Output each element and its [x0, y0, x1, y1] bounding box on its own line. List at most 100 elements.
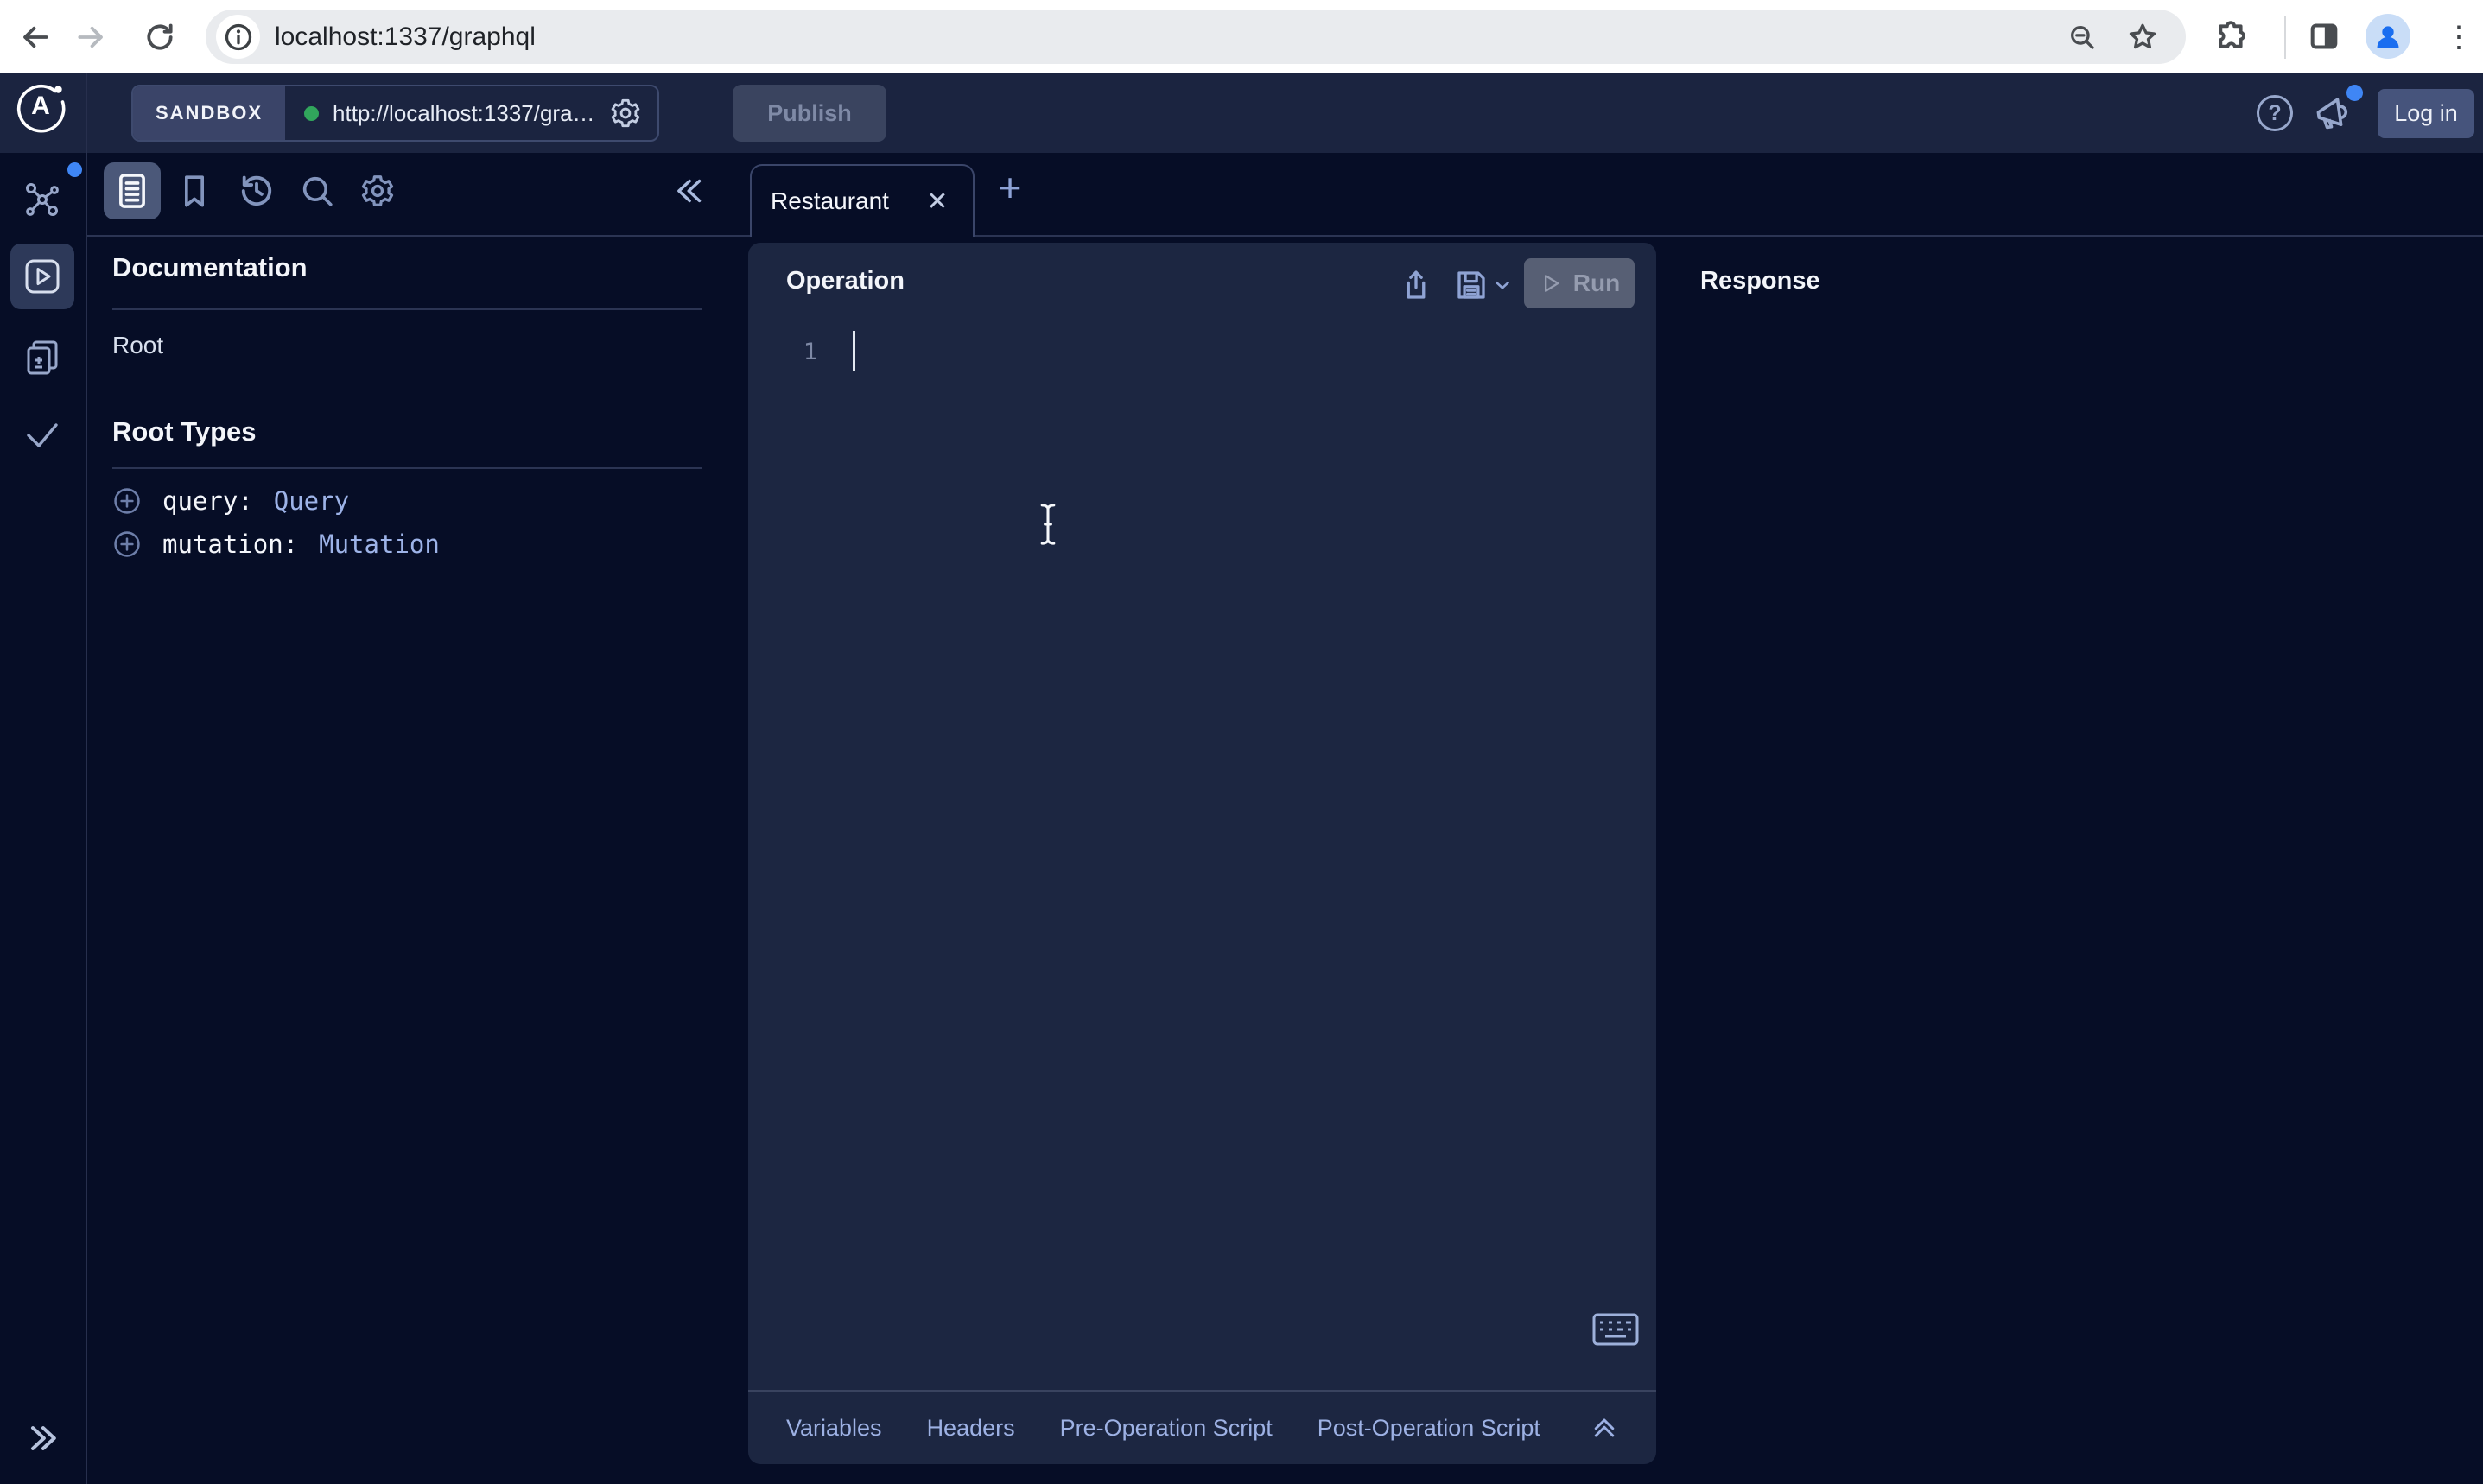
- run-play-icon: [1539, 271, 1563, 295]
- field-name: mutation:: [162, 530, 298, 559]
- run-label: Run: [1573, 270, 1620, 297]
- collapse-doc-panel-button[interactable]: [670, 171, 710, 211]
- operation-footer: Variables Headers Pre-Operation Script P…: [748, 1392, 1656, 1464]
- schema-graph-icon: [22, 179, 63, 220]
- add-field-button[interactable]: [112, 486, 142, 516]
- tab-restaurant[interactable]: Restaurant ✕: [750, 164, 975, 237]
- sidebar-item-collections[interactable]: [21, 336, 64, 379]
- gear-icon: [359, 173, 396, 209]
- explorer-play-icon: [22, 256, 63, 297]
- operation-editor[interactable]: [843, 326, 1578, 1379]
- operation-title: Operation: [786, 267, 905, 295]
- tab-headers[interactable]: Headers: [927, 1415, 1015, 1442]
- document-list-icon: [115, 171, 149, 211]
- add-tab-button[interactable]: +: [990, 169, 1030, 209]
- tabbar-divider: [87, 235, 2483, 237]
- star-icon: [2126, 21, 2159, 54]
- bookmark-icon: [177, 172, 212, 210]
- section-divider: [112, 308, 702, 310]
- chevron-down-icon: [1491, 274, 1514, 296]
- keyboard-shortcuts-button[interactable]: [1591, 1312, 1640, 1347]
- root-types-title: Root Types: [112, 416, 257, 447]
- root-type-row-query: query: Query: [112, 484, 349, 518]
- save-operation-button[interactable]: [1451, 265, 1491, 305]
- endpoint-input[interactable]: http://localhost:1337/gra…: [285, 86, 657, 140]
- field-type-link[interactable]: Query: [274, 486, 349, 516]
- editor-line-number: 1: [779, 333, 817, 372]
- checkmark-icon: [22, 413, 63, 454]
- endpoint-url: http://localhost:1337/gra…: [333, 100, 595, 127]
- endpoint-control: SANDBOX http://localhost:1337/gra…: [131, 85, 659, 142]
- operation-panel: Operation Run 1 Variables Headers Pre-Op…: [748, 243, 1656, 1464]
- apollo-sandbox-app: localhost:1337/graphql ⋮ A SANDBOX: [0, 0, 2483, 1484]
- tab-post-operation-script[interactable]: Post-Operation Script: [1318, 1415, 1540, 1442]
- browser-profile-button[interactable]: [2366, 14, 2410, 59]
- rail-divider: [86, 73, 87, 1484]
- forward-arrow-icon: [74, 21, 107, 54]
- field-name: query:: [162, 486, 253, 516]
- doc-tab-search[interactable]: [289, 162, 346, 219]
- expand-footer-button[interactable]: [1587, 1411, 1622, 1445]
- root-type-row-mutation: mutation: Mutation: [112, 527, 440, 561]
- browser-back-button[interactable]: [17, 19, 54, 55]
- announcements-button[interactable]: [2312, 92, 2353, 134]
- bookmark-page-button[interactable]: [2125, 20, 2160, 54]
- doc-tab-documentation[interactable]: [104, 162, 161, 219]
- browser-forward-button[interactable]: [73, 19, 109, 55]
- add-field-button[interactable]: [112, 530, 142, 559]
- share-operation-button[interactable]: [1396, 265, 1436, 305]
- help-button[interactable]: ?: [2257, 95, 2293, 131]
- save-menu-chevron-button[interactable]: [1489, 265, 1515, 305]
- sidebar-item-checks[interactable]: [21, 412, 64, 455]
- browser-reload-button[interactable]: [142, 19, 178, 55]
- login-button[interactable]: Log in: [2378, 89, 2474, 138]
- back-arrow-icon: [19, 21, 52, 54]
- share-icon: [1398, 267, 1434, 303]
- expand-rail-button[interactable]: [22, 1418, 62, 1458]
- side-panel-button[interactable]: [2305, 17, 2343, 55]
- browser-menu-button[interactable]: ⋮: [2442, 17, 2476, 57]
- search-icon: [299, 173, 335, 209]
- keyboard-icon: [1591, 1312, 1640, 1347]
- announcements-badge-dot: [2346, 85, 2363, 101]
- extensions-button[interactable]: [2212, 17, 2250, 55]
- apollo-header: A SANDBOX http://localhost:1337/gra… Pub…: [0, 73, 2483, 153]
- apollo-logo[interactable]: A: [14, 79, 67, 133]
- doc-tab-settings[interactable]: [349, 162, 406, 219]
- field-type-link[interactable]: Mutation: [319, 530, 440, 559]
- doc-tab-history[interactable]: [228, 162, 285, 219]
- doc-tab-bookmarks[interactable]: [166, 162, 223, 219]
- close-tab-button[interactable]: ✕: [921, 185, 954, 218]
- tab-pre-operation-script[interactable]: Pre-Operation Script: [1060, 1415, 1273, 1442]
- megaphone-icon: [2313, 93, 2353, 133]
- documentation-title: Documentation: [112, 252, 308, 283]
- root-link[interactable]: Root: [112, 332, 163, 359]
- section-divider: [112, 467, 702, 469]
- site-info-button[interactable]: [216, 15, 260, 59]
- help-icon: ?: [2257, 95, 2293, 131]
- save-floppy-icon: [1453, 267, 1489, 303]
- sandbox-badge: SANDBOX: [133, 86, 285, 140]
- browser-toolbar: localhost:1337/graphql ⋮: [0, 0, 2483, 73]
- reload-icon: [143, 21, 176, 54]
- zoom-out-icon: [2067, 22, 2097, 52]
- url-text[interactable]: localhost:1337/graphql: [275, 10, 536, 64]
- collections-pages-icon: [22, 337, 63, 378]
- zoom-out-page-button[interactable]: [2067, 22, 2098, 53]
- run-button[interactable]: Run: [1524, 258, 1635, 308]
- extensions-puzzle-icon: [2213, 19, 2248, 54]
- history-clock-icon: [238, 172, 276, 210]
- response-title: Response: [1700, 267, 1820, 295]
- side-panel-icon: [2307, 19, 2341, 54]
- chevrons-right-icon: [23, 1419, 61, 1457]
- publish-button[interactable]: Publish: [733, 85, 886, 142]
- address-bar[interactable]: localhost:1337/graphql: [206, 10, 2186, 64]
- tab-variables[interactable]: Variables: [786, 1415, 882, 1442]
- chevrons-left-icon: [672, 173, 708, 209]
- mouse-ibeam-cursor: [1033, 502, 1063, 547]
- info-icon: [223, 22, 254, 53]
- endpoint-settings-gear-icon[interactable]: [609, 97, 642, 130]
- sidebar-item-explorer[interactable]: [10, 244, 74, 309]
- connection-status-dot: [304, 106, 319, 121]
- sidebar-item-schema[interactable]: [21, 178, 64, 221]
